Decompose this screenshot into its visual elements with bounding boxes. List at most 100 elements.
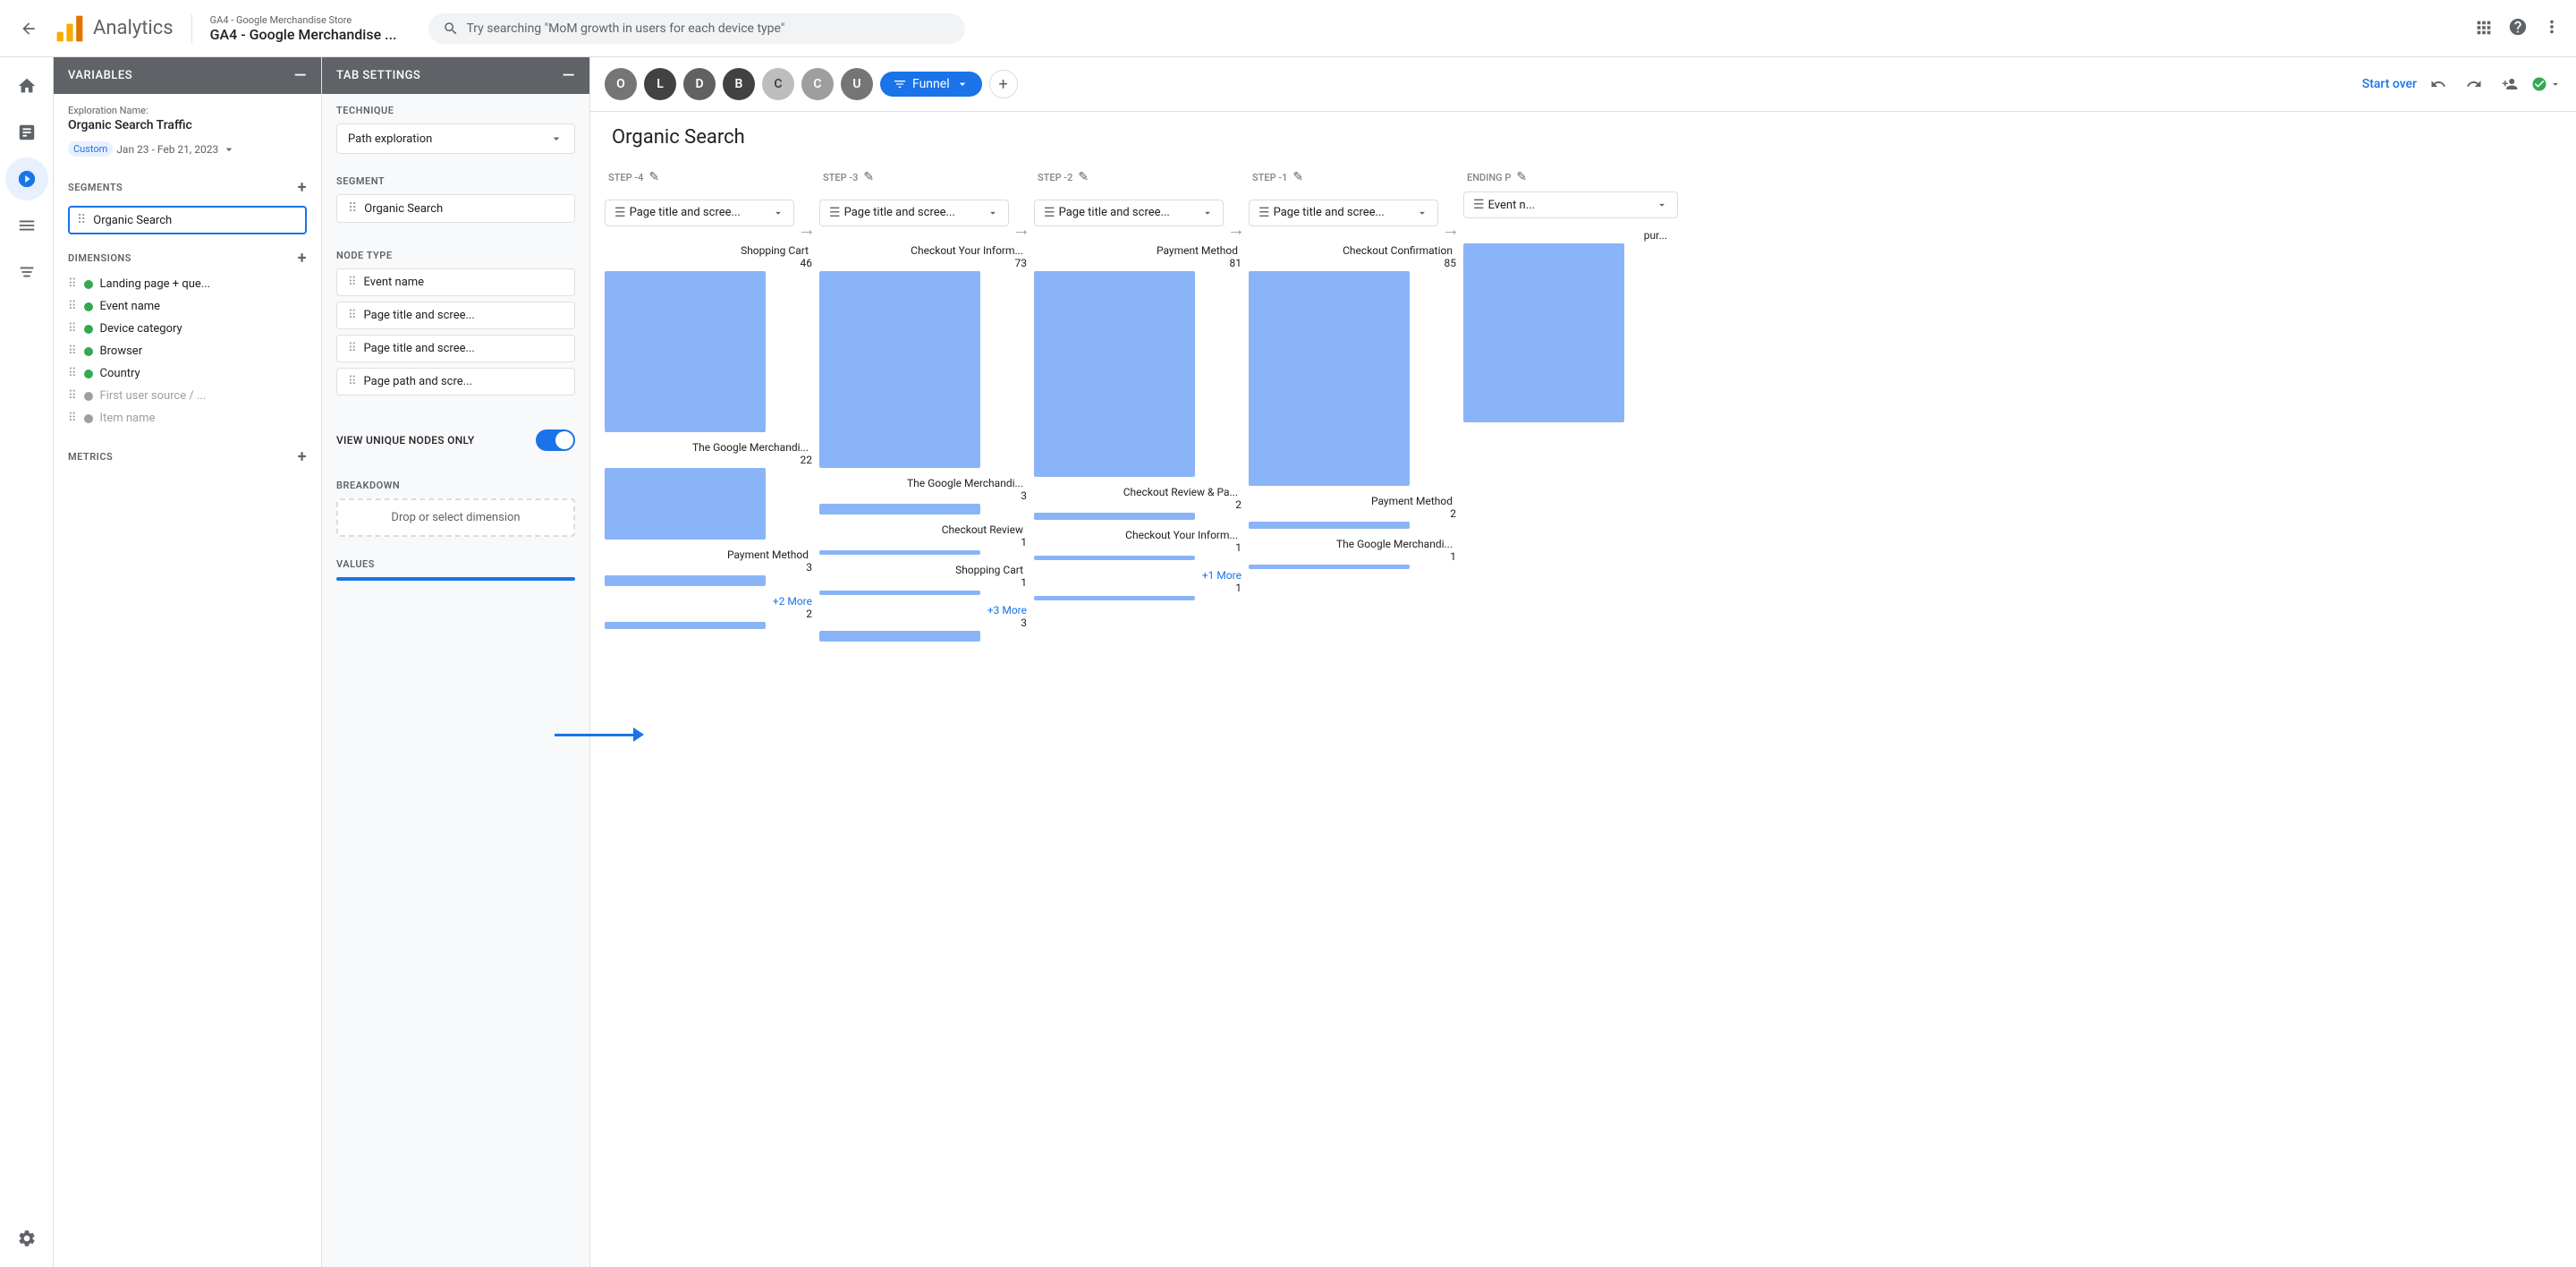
add-user-icon[interactable]: [2496, 70, 2524, 98]
dimension-item[interactable]: ⠿ Browser: [54, 340, 321, 362]
bar-item[interactable]: Shopping Cart46: [605, 244, 819, 432]
add-metric-button[interactable]: +: [298, 447, 307, 466]
dim-name: Item name: [100, 412, 156, 425]
technique-dropdown[interactable]: Funnel: [880, 72, 982, 97]
node-type-item[interactable]: ⠿ Page path and scre...: [336, 368, 575, 395]
step-selector[interactable]: ☰ Page title and scree...: [1034, 200, 1224, 226]
variables-minimize[interactable]: —: [294, 66, 307, 85]
technique-select[interactable]: Path exploration: [336, 123, 575, 154]
step-selector[interactable]: ☰ Page title and scree...: [819, 200, 1009, 226]
dim-dot: [84, 392, 93, 401]
dimensions-section-header: DIMENSIONS +: [54, 238, 321, 273]
step-selector[interactable]: ☰ Event n...: [1463, 191, 1678, 218]
explore-icon[interactable]: [5, 157, 48, 200]
add-dimension-button[interactable]: +: [298, 249, 307, 268]
node-type-item[interactable]: ⠿ Page title and scree...: [336, 302, 575, 329]
path-chart[interactable]: STEP -4 ✎ ☰ Page title and scree... →Sho…: [590, 163, 2576, 1267]
avatar-c1[interactable]: C: [762, 68, 794, 100]
dimension-item[interactable]: ⠿ First user source / ...: [54, 385, 321, 407]
drag-handle: ⠿: [68, 277, 77, 291]
bar-item[interactable]: Shopping Cart1: [819, 564, 1034, 595]
step-edit-icon[interactable]: ✎: [648, 170, 659, 184]
dimension-item[interactable]: ⠿ Country: [54, 362, 321, 385]
bar-item[interactable]: The Google Merchandi...1: [1249, 538, 1463, 569]
avatar-o[interactable]: O: [605, 68, 637, 100]
redo-button[interactable]: [2460, 70, 2488, 98]
more-menu-icon[interactable]: [2542, 17, 2562, 40]
bar-item[interactable]: +1 More1: [1034, 569, 1249, 600]
avatar-u[interactable]: U: [841, 68, 873, 100]
node-type-item[interactable]: ⠿ Event name: [336, 268, 575, 296]
configure-icon[interactable]: [5, 251, 48, 293]
dimension-item[interactable]: ⠿ Item name: [54, 407, 321, 429]
bar-item[interactable]: Checkout Your Inform...73: [819, 244, 1034, 468]
node-type-item[interactable]: ⠿ Page title and scree...: [336, 335, 575, 362]
step-selector[interactable]: ☰ Page title and scree...: [605, 200, 794, 226]
step-edit-icon[interactable]: ✎: [1078, 170, 1089, 184]
status-dropdown[interactable]: [2531, 76, 2562, 92]
bar-item[interactable]: Payment Method81: [1034, 244, 1249, 477]
home-icon[interactable]: [5, 64, 48, 107]
viz-area: O L D B C C U Funnel + Start over: [590, 57, 2576, 1267]
search-bar[interactable]: Try searching "MoM growth in users for e…: [428, 13, 965, 44]
avatar-d[interactable]: D: [683, 68, 716, 100]
settings-icon[interactable]: [5, 1217, 48, 1260]
bar-count: 1: [819, 536, 1034, 548]
bar-fill: [1249, 271, 1410, 486]
bar-item[interactable]: The Google Merchandi...22: [605, 441, 819, 540]
bar-fill: [1034, 596, 1195, 600]
dimension-item[interactable]: ⠿ Event name: [54, 295, 321, 318]
bar-count: 81: [1034, 257, 1249, 269]
bar-item[interactable]: Payment Method3: [605, 548, 819, 586]
breakdown-drop-zone[interactable]: Drop or select dimension: [336, 498, 575, 537]
bar-item[interactable]: Checkout Review1: [819, 523, 1034, 555]
start-over-button[interactable]: Start over: [2362, 77, 2417, 91]
bar-fill: [819, 631, 980, 642]
more-link[interactable]: +3 More: [984, 604, 1027, 616]
tab-settings-minimize[interactable]: —: [563, 66, 575, 85]
bar-item[interactable]: +3 More3: [819, 604, 1034, 642]
back-button[interactable]: [14, 14, 43, 43]
step-column-0: STEP -4 ✎ ☰ Page title and scree... →Sho…: [605, 163, 819, 1253]
viz-actions: Start over: [2362, 70, 2562, 98]
more-link[interactable]: +2 More: [769, 595, 812, 608]
undo-button[interactable]: [2424, 70, 2453, 98]
avatar-b[interactable]: B: [723, 68, 755, 100]
more-link[interactable]: +1 More: [1199, 569, 1241, 582]
step-dropdown-icon: [1201, 207, 1214, 219]
grid-icon[interactable]: [2474, 17, 2494, 40]
dimension-item[interactable]: ⠿ Device category: [54, 318, 321, 340]
bar-item[interactable]: Payment Method2: [1249, 495, 1463, 529]
bar-item[interactable]: Checkout Confirmation85: [1249, 244, 1463, 486]
view-unique-toggle[interactable]: [536, 429, 575, 451]
segment-label: SEGMENT: [336, 175, 575, 187]
view-unique-section: VIEW UNIQUE NODES ONLY: [322, 412, 589, 469]
segment-item-organic-search[interactable]: ⠿ Organic Search: [68, 206, 307, 234]
bar-item[interactable]: pur...: [1463, 229, 1678, 422]
avatar-c2[interactable]: C: [801, 68, 834, 100]
date-range[interactable]: Custom Jan 23 - Feb 21, 2023: [68, 141, 307, 157]
advertising-icon[interactable]: [5, 204, 48, 247]
bar-item[interactable]: Checkout Your Inform...1: [1034, 529, 1249, 560]
avatar-l[interactable]: L: [644, 68, 676, 100]
bar-item[interactable]: +2 More2: [605, 595, 819, 629]
bar-fill: [819, 271, 980, 468]
step-edit-icon[interactable]: ✎: [863, 170, 874, 184]
dimension-item[interactable]: ⠿ Landing page + que...: [54, 273, 321, 295]
bar-item[interactable]: Checkout Review & Pa...2: [1034, 486, 1249, 520]
step-selector[interactable]: ☰ Page title and scree...: [1249, 200, 1438, 226]
reports-icon[interactable]: [5, 111, 48, 154]
add-tab-button[interactable]: +: [989, 70, 1018, 98]
step-selector-text: Event n...: [1488, 199, 1652, 212]
bar-item[interactable]: The Google Merchandi...3: [819, 477, 1034, 514]
step-edit-icon[interactable]: ✎: [1292, 170, 1303, 184]
drag-handle: ⠿: [348, 201, 357, 216]
bar-label: Checkout Review: [942, 523, 1027, 536]
tab-segment-item[interactable]: ⠿ Organic Search: [336, 194, 575, 223]
step-edit-icon[interactable]: ✎: [1516, 170, 1527, 184]
help-icon[interactable]: [2508, 17, 2528, 40]
add-segment-button[interactable]: +: [298, 178, 307, 197]
chevron-down-icon: [222, 142, 236, 157]
bar-fill: [1463, 243, 1624, 422]
topbar-actions: [2474, 17, 2562, 40]
